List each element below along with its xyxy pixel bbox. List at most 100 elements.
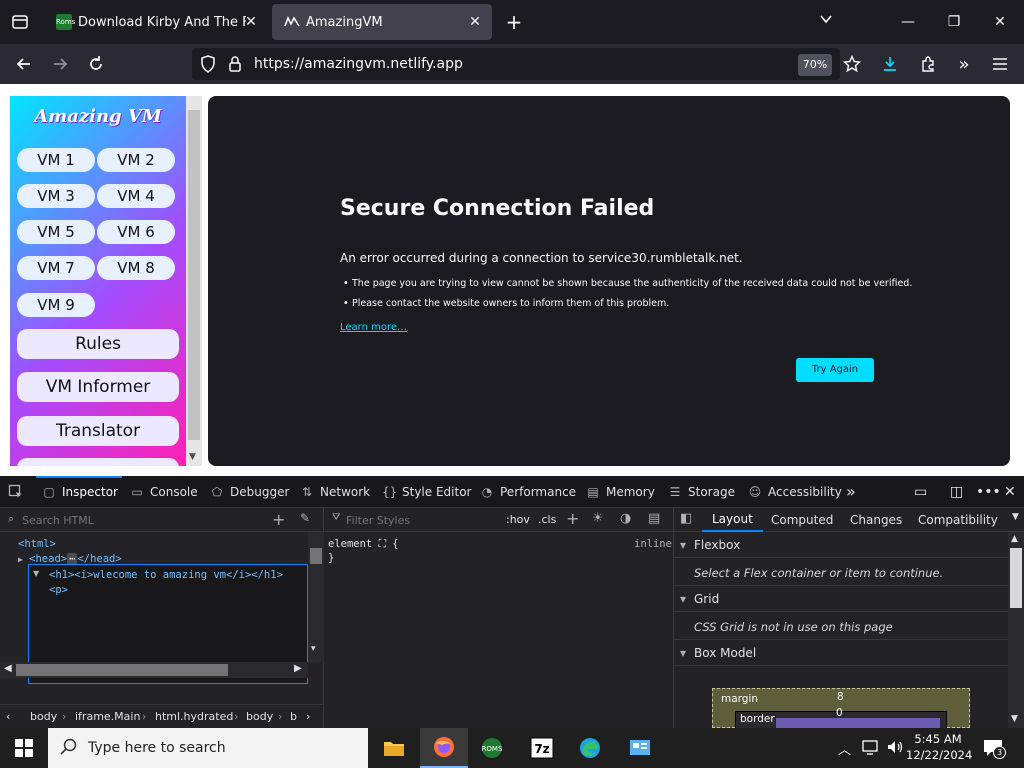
tab-list-icon[interactable]	[10, 12, 30, 32]
tab-memory[interactable]: ▤ Memory	[586, 476, 654, 508]
back-icon[interactable]	[10, 50, 38, 78]
vm-7-button[interactable]: VM 7	[17, 256, 95, 280]
add-node-icon[interactable]: +	[272, 510, 285, 529]
tab-performance[interactable]: ◔ Performance	[480, 476, 576, 508]
filter-styles-input[interactable]	[346, 511, 496, 529]
breadcrumb-item[interactable]: html.hydrated	[155, 710, 233, 723]
close-window-icon[interactable]: ✕	[988, 10, 1012, 34]
scroll-up-icon[interactable]: ▲	[1011, 534, 1018, 544]
rules-button[interactable]: Rules	[17, 329, 179, 359]
reload-icon[interactable]	[82, 50, 110, 78]
layout-vscrollbar[interactable]: ▲ ▼	[1008, 532, 1024, 728]
tab-inspector[interactable]: ▢ Inspector	[36, 476, 122, 508]
downloads-icon[interactable]	[876, 50, 904, 78]
tab-amazingvm[interactable]: AmazingVM ✕	[272, 4, 492, 40]
taskbar-search-box[interactable]: Type here to search	[48, 728, 368, 768]
show-hidden-icons-icon[interactable]: ︿	[838, 739, 851, 758]
html-node[interactable]: <html>	[18, 538, 56, 550]
box-model-border[interactable]: border 0	[735, 707, 947, 730]
markup-hscrollbar[interactable]: ◀ ▶	[0, 662, 308, 678]
margin-top-value[interactable]: 8	[837, 691, 844, 703]
close-tab-icon[interactable]: ✕	[242, 13, 260, 31]
hov-toggle[interactable]: :hov	[506, 513, 530, 526]
element-rule-selector[interactable]: element ⛶ {	[328, 538, 399, 551]
vm-2-button[interactable]: VM 2	[97, 148, 175, 172]
windows-start-icon[interactable]	[0, 728, 48, 768]
breadcrumb-scroll-left-icon[interactable]: ‹	[6, 710, 10, 723]
volume-icon[interactable]	[886, 738, 904, 760]
control-panel-icon[interactable]	[616, 728, 664, 768]
scrollbar-thumb[interactable]	[16, 664, 228, 676]
tab-style-editor[interactable]: {} Style Editor	[382, 476, 471, 508]
vm-9-button[interactable]: VM 9	[17, 293, 95, 317]
more-tools-icon[interactable]: »	[950, 50, 978, 78]
taskbar-clock[interactable]: 5:45 AM 12/22/2024	[906, 731, 972, 763]
vm-5-button[interactable]: VM 5	[17, 220, 95, 244]
lock-icon[interactable]	[228, 55, 242, 77]
box-model-section-header[interactable]: Box Model	[674, 640, 1008, 666]
translator-button[interactable]: Translator	[17, 416, 179, 446]
tab-debugger[interactable]: ⬠ Debugger	[210, 476, 290, 508]
7zip-icon[interactable]: 7z	[518, 728, 566, 768]
vm-4-button[interactable]: VM 4	[97, 184, 175, 208]
sidebar-partial-button[interactable]	[17, 458, 179, 466]
sidebar-scrollbar[interactable]: ▼	[186, 96, 202, 466]
notifications-icon[interactable]: 3	[982, 737, 1006, 763]
shield-icon[interactable]	[200, 55, 216, 77]
eyedropper-icon[interactable]: ✎	[300, 511, 310, 525]
tab-console[interactable]: ▭ Console	[130, 476, 197, 508]
try-again-button[interactable]: Try Again	[796, 358, 874, 382]
toggle-sidebar-icon[interactable]: ◧	[680, 511, 692, 526]
tab-network[interactable]: ⇅ Network	[300, 476, 370, 508]
scroll-right-icon[interactable]: ▶	[294, 663, 302, 674]
vm-informer-button[interactable]: VM Informer	[17, 372, 179, 402]
bookmark-star-icon[interactable]	[838, 50, 866, 78]
tab-kirby[interactable]: Roms Download Kirby And The Forgo ✕	[44, 4, 268, 40]
tab-layout[interactable]: Layout	[702, 508, 763, 532]
url-bar[interactable]: https://amazingvm.netlify.app 70%	[192, 48, 840, 80]
close-devtools-icon[interactable]: ✕	[1004, 476, 1016, 508]
roms-app-icon[interactable]: ROMS	[468, 728, 516, 768]
more-tabs-icon[interactable]: »	[846, 476, 856, 508]
tab-storage[interactable]: ☰ Storage	[668, 476, 735, 508]
vm-3-button[interactable]: VM 3	[17, 184, 95, 208]
scroll-left-icon[interactable]: ◀	[4, 663, 12, 674]
tab-accessibility[interactable]: ☺ Accessibility	[748, 476, 842, 508]
new-tab-icon[interactable]: +	[502, 10, 526, 34]
extensions-icon[interactable]	[914, 50, 942, 78]
scrollbar-thumb[interactable]	[188, 110, 200, 440]
hamburger-menu-icon[interactable]	[986, 50, 1014, 78]
scrollbar-thumb[interactable]	[310, 548, 322, 564]
close-tab-icon[interactable]: ✕	[466, 13, 484, 31]
tab-computed[interactable]: Computed	[771, 513, 833, 527]
collapse-icon[interactable]: ▼	[33, 569, 39, 578]
scrollbar-thumb[interactable]	[1010, 548, 1022, 608]
breadcrumb-item[interactable]: body	[30, 710, 57, 723]
scroll-down-icon[interactable]: ▾	[311, 644, 316, 654]
vm-8-button[interactable]: VM 8	[97, 256, 175, 280]
flexbox-section-header[interactable]: Flexbox	[674, 532, 1008, 558]
minimize-icon[interactable]: —	[896, 10, 920, 34]
cls-toggle[interactable]: .cls	[538, 513, 556, 526]
light-mode-icon[interactable]: ☀	[592, 511, 604, 526]
element-picker-icon[interactable]	[8, 476, 24, 508]
dark-mode-icon[interactable]: ◑	[620, 511, 631, 526]
breadcrumb-scroll-right-icon[interactable]: ›	[306, 710, 310, 723]
tab-compatibility[interactable]: Compatibility	[918, 513, 998, 527]
search-html-input[interactable]	[22, 511, 242, 529]
grid-section-header[interactable]: Grid	[674, 586, 1008, 612]
responsive-design-icon[interactable]: ▭	[914, 476, 927, 508]
firefox-icon[interactable]	[420, 728, 468, 768]
tab-changes[interactable]: Changes	[850, 513, 902, 527]
learn-more-link[interactable]: Learn more…	[340, 322, 407, 333]
print-media-icon[interactable]: ▤	[648, 511, 660, 526]
breadcrumb-item[interactable]: body	[246, 710, 273, 723]
list-all-tabs-icon[interactable]	[814, 10, 838, 34]
breadcrumb-item[interactable]: iframe.Main	[75, 710, 140, 723]
network-status-icon[interactable]	[862, 738, 880, 760]
restore-icon[interactable]: ❐	[942, 10, 966, 34]
scroll-down-icon[interactable]: ▼	[189, 452, 196, 462]
breadcrumb-item[interactable]: b	[290, 710, 297, 723]
vm-6-button[interactable]: VM 6	[97, 220, 175, 244]
vm-1-button[interactable]: VM 1	[17, 148, 95, 172]
